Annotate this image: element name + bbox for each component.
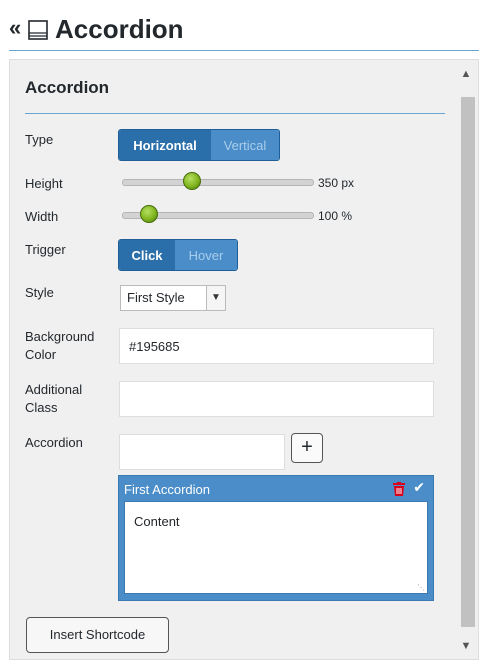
height-slider-handle[interactable]: [183, 172, 202, 190]
background-color-input[interactable]: #195685: [119, 328, 434, 364]
section-title: Accordion: [25, 78, 110, 97]
page-title: Accordion: [55, 14, 184, 44]
width-slider-handle[interactable]: [139, 205, 158, 223]
background-color-label-line1: Background: [25, 329, 95, 344]
height-slider-track[interactable]: [122, 179, 314, 186]
accordion-title-input[interactable]: [119, 434, 285, 470]
style-label: Style: [25, 285, 54, 300]
style-select-value: First Style: [127, 290, 185, 305]
accordion-item: First Accordion ✔ Content ⋱: [118, 475, 434, 601]
check-icon[interactable]: ✔: [413, 479, 425, 496]
background-color-label-line2: Color: [25, 347, 57, 362]
accordion-content-textarea[interactable]: Content ⋱: [124, 501, 428, 594]
style-select[interactable]: First Style ▼: [120, 285, 226, 311]
type-label: Type: [25, 132, 54, 147]
additional-class-label-line1: Additional: [25, 382, 83, 397]
accordion-content-text: Content: [134, 514, 180, 529]
accordion-item-title[interactable]: First Accordion: [124, 482, 210, 497]
chevron-down-icon[interactable]: ▼: [206, 286, 225, 310]
back-icon[interactable]: «: [9, 14, 21, 42]
trigger-hover-button[interactable]: Hover: [175, 240, 237, 270]
header-divider: [9, 50, 479, 51]
trash-icon[interactable]: [393, 482, 405, 501]
trigger-label: Trigger: [25, 242, 66, 257]
background-color-label: Background Color: [25, 328, 94, 364]
type-vertical-button[interactable]: Vertical: [211, 130, 279, 160]
resize-grip-icon[interactable]: ⋱: [417, 583, 425, 592]
accordion-label: Accordion: [25, 435, 83, 450]
type-toggle: Horizontal Vertical: [118, 129, 280, 161]
width-label: Width: [25, 209, 59, 224]
additional-class-label: Additional Class: [25, 381, 82, 417]
settings-panel: ▲ ▼ Accordion Type Horizontal Vertical H…: [9, 59, 479, 660]
insert-shortcode-button[interactable]: Insert Shortcode: [26, 617, 169, 653]
page-header: « Accordion: [0, 0, 479, 52]
width-value: 100 %: [318, 209, 353, 223]
additional-class-label-line2: Class: [25, 400, 58, 415]
scrollbar[interactable]: ▲ ▼: [458, 62, 475, 658]
height-label: Height: [25, 176, 63, 191]
additional-class-input[interactable]: [119, 381, 434, 417]
type-horizontal-button[interactable]: Horizontal: [119, 130, 211, 160]
scroll-down-icon[interactable]: ▼: [458, 636, 474, 656]
scrollbar-thumb[interactable]: [461, 97, 475, 627]
section-divider: [25, 113, 445, 114]
scroll-up-icon[interactable]: ▲: [458, 64, 474, 84]
add-accordion-button[interactable]: +: [291, 433, 323, 463]
trigger-toggle: Click Hover: [118, 239, 238, 271]
height-value: 350 px: [318, 176, 355, 190]
trigger-click-button[interactable]: Click: [119, 240, 175, 270]
book-icon: [28, 20, 48, 45]
